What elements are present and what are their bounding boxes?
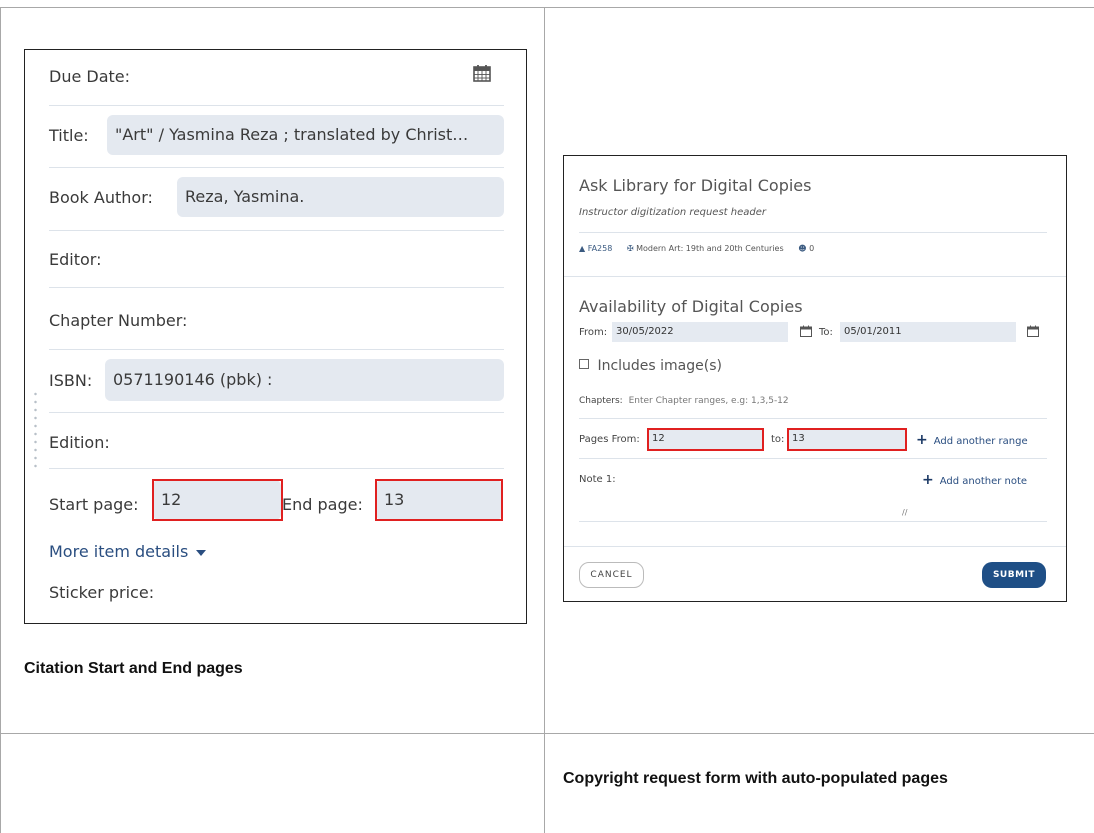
book-author-label: Book Author: [49,188,153,207]
to-label: To: [819,327,833,338]
chapters-label: Chapters: [579,396,623,406]
participant-count: 0 [809,244,815,253]
pages-divider [579,458,1047,459]
chapters-input[interactable]: Enter Chapter ranges, e.g: 1,3,5-12 [629,396,789,406]
edition-row: Edition: [49,412,504,469]
book-author-field[interactable]: Reza, Yasmina. [177,177,504,217]
form-subtitle: Instructor digitization request header [579,207,766,218]
note-label: Note 1: [579,474,616,485]
grid-left-line [0,7,1,833]
resize-handle-icon[interactable]: // [902,508,907,517]
note-divider [579,521,1047,522]
calendar-icon[interactable] [473,64,491,82]
grid-middle-horizontal [0,733,1094,734]
digital-copies-request-form: Ask Library for Digital Copies Instructo… [563,155,1067,602]
chapter-number-row: Chapter Number: [49,287,504,350]
add-range-text: Add another range [933,436,1028,447]
citation-panel: Due Date: Title: "Art" / Yasmina Reza ; … [24,49,527,624]
due-date-row: Due Date: [49,50,504,106]
editor-label: Editor: [49,250,102,269]
pages-to-label: to: [771,434,785,445]
more-item-details-link[interactable]: More item details [49,542,207,561]
end-page-highlight [375,479,503,521]
title-label: Title: [49,126,89,145]
isbn-row: ISBN: 0571190146 (pbk) : [49,349,504,413]
start-page-highlight [152,479,283,521]
due-date-label: Due Date: [49,67,131,86]
footer-divider [564,546,1066,547]
meta-divider [564,276,1066,277]
title-row: Title: "Art" / Yasmina Reza ; translated… [49,105,504,168]
end-page-label: End page: [282,495,363,514]
page-range-row: Start page: 12 End page: 13 [49,468,509,528]
users-icon: ☻ [798,244,807,253]
form-title: Ask Library for Digital Copies [579,176,812,195]
note-textarea[interactable] [579,486,914,518]
add-another-note-link[interactable]: + Add another note [922,472,1027,488]
caret-down-icon [196,549,207,556]
book-author-row: Book Author: Reza, Yasmina. [49,167,504,231]
course-code: FA258 [587,244,613,253]
editor-row: Editor: [49,230,504,288]
drag-handle[interactable] [34,390,37,470]
plus-icon: + [916,432,928,448]
from-date-input[interactable]: 30/05/2022 [612,322,788,342]
course-meta: ▲ FA258 ✠ Modern Art: 19th and 20th Cent… [579,244,814,253]
isbn-field[interactable]: 0571190146 (pbk) : [105,359,504,401]
start-page-label: Start page: [49,495,139,514]
add-another-range-link[interactable]: + Add another range [916,432,1028,448]
pages-from-label: Pages From: [579,434,640,445]
isbn-label: ISBN: [49,371,93,390]
more-item-details-text: More item details [49,542,189,561]
right-caption: Copyright request form with auto-populat… [563,770,948,787]
checkbox-box[interactable] [579,359,589,369]
chapters-divider [579,418,1047,419]
to-calendar-icon[interactable] [1027,325,1039,337]
edition-label: Edition: [49,433,110,452]
graduation-cap-icon: ▲ [579,244,586,253]
includes-images-checkbox[interactable]: Includes image(s) [579,358,722,374]
header-divider [579,232,1047,233]
availability-title: Availability of Digital Copies [579,297,803,316]
from-label: From: [579,327,608,338]
sticker-price-label: Sticker price: [49,583,155,602]
plus-icon: + [922,472,934,488]
left-caption: Citation Start and End pages [24,660,243,677]
includes-images-label: Includes image(s) [597,358,722,374]
course-name: Modern Art: 19th and 20th Centuries [636,244,784,253]
from-calendar-icon[interactable] [800,325,812,337]
add-note-text: Add another note [939,476,1028,487]
grid-top-line [0,7,1094,8]
title-field[interactable]: "Art" / Yasmina Reza ; translated by Chr… [107,115,504,155]
chapters-row: Chapters: Enter Chapter ranges, e.g: 1,3… [579,396,789,406]
submit-button[interactable]: SUBMIT [982,562,1046,588]
chapter-number-label: Chapter Number: [49,311,188,330]
pin-icon: ✠ [626,244,634,253]
pages-to-highlight [787,428,907,451]
cancel-button[interactable]: CANCEL [579,562,644,588]
grid-middle-vertical [544,7,545,833]
pages-from-highlight [647,428,764,451]
to-date-input[interactable]: 05/01/2011 [840,322,1016,342]
